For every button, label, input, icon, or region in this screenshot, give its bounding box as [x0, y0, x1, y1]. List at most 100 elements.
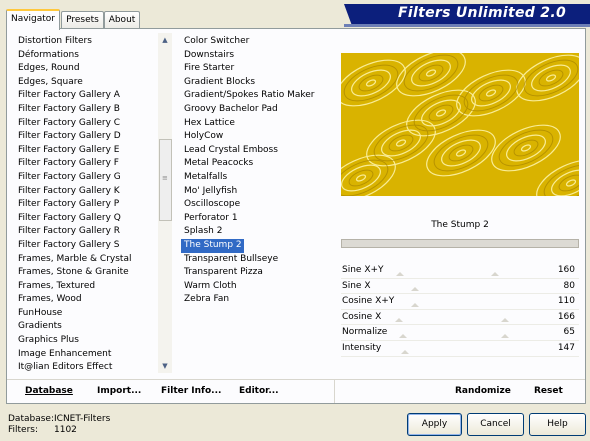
apply-button[interactable]: Apply [407, 413, 462, 436]
param-name: Cosine X+Y [342, 296, 395, 307]
category-item[interactable]: It@lian Editors Effect [15, 361, 157, 375]
category-item[interactable]: Frames, Marble & Crystal [15, 253, 157, 267]
slider-tick[interactable] [411, 287, 419, 292]
param-name: Cosine X [342, 311, 382, 322]
filter-item[interactable]: Transparent Bullseye [181, 253, 331, 267]
filter-item[interactable]: Metalfalls [181, 171, 331, 185]
category-item[interactable]: Filter Factory Gallery G [15, 171, 157, 185]
scroll-thumb[interactable]: ≡ [159, 139, 172, 221]
param-row[interactable]: Intensity 147 [341, 341, 579, 357]
filter-item[interactable]: Transparent Pizza [181, 266, 331, 280]
param-value: 65 [563, 327, 575, 338]
filter-item[interactable]: Warm Cloth [181, 280, 331, 294]
filters-count-value: 1102 [54, 425, 77, 435]
scroll-up-icon[interactable]: ▲ [158, 33, 172, 47]
param-value: 110 [557, 296, 575, 307]
filter-list[interactable]: Color Switcher Downstairs Fire Starter Grad… [181, 35, 331, 307]
title-banner: Filters Unlimited 2.0 [344, 4, 590, 24]
category-item[interactable]: Filter Factory Gallery R [15, 225, 157, 239]
filter-item[interactable]: Hex Lattice [181, 117, 331, 131]
category-item[interactable]: Filter Factory Gallery A [15, 89, 157, 103]
slider-tick[interactable] [501, 318, 509, 323]
slider-tick[interactable] [401, 349, 409, 354]
category-item[interactable]: Edges, Round [15, 62, 157, 76]
category-item[interactable]: Filter Factory Gallery C [15, 117, 157, 131]
filter-item[interactable]: Gradient/Spokes Ratio Maker [181, 89, 331, 103]
category-item[interactable]: FunHouse [15, 307, 157, 321]
banner-underline [344, 24, 590, 27]
tab-presets[interactable]: Presets [61, 11, 104, 28]
category-item[interactable]: Gradients [15, 320, 157, 334]
filter-item[interactable]: Groovy Bachelor Pad [181, 103, 331, 117]
filter-item[interactable]: Mo' Jellyfish [181, 185, 331, 199]
category-item[interactable]: Image Enhancement [15, 348, 157, 362]
category-item[interactable]: Frames, Stone & Granite [15, 266, 157, 280]
category-item[interactable]: Filter Factory Gallery P [15, 198, 157, 212]
filter-item[interactable]: Splash 2 [181, 225, 331, 239]
filter-item[interactable]: Lead Crystal Emboss [181, 144, 331, 158]
category-item[interactable]: Filter Factory Gallery B [15, 103, 157, 117]
param-row[interactable]: Normalize 65 [341, 325, 579, 341]
filter-item[interactable]: Downstairs [181, 49, 331, 63]
scroll-down-icon[interactable]: ▼ [158, 359, 172, 373]
slider-tick[interactable] [395, 318, 403, 323]
reset-button[interactable]: Reset [534, 386, 563, 396]
randomize-button[interactable]: Randomize [455, 386, 511, 396]
filter-item[interactable]: HolyCow [181, 130, 331, 144]
category-item[interactable]: Filter Factory Gallery D [15, 130, 157, 144]
filter-item[interactable]: Metal Peacocks [181, 157, 331, 171]
filter-info-button[interactable]: Filter Info... [161, 386, 221, 396]
filter-item[interactable]: Perforator 1 [181, 212, 331, 226]
category-item[interactable]: Filter Factory Gallery E [15, 144, 157, 158]
parameter-sliders: Sine X+Y 160 Sine X 80 Cosine X+Y 110 Cosine X… [341, 263, 579, 357]
cancel-button[interactable]: Cancel [467, 413, 524, 436]
category-list[interactable]: Distortion Filters Déformations Edges, Rou… [15, 35, 157, 375]
database-value: ICNET-Filters [54, 414, 111, 424]
toolbar-divider [334, 380, 335, 403]
filter-item[interactable]: The Stump 2 [181, 238, 244, 253]
category-item[interactable]: Frames, Wood [15, 293, 157, 307]
filter-item[interactable]: Oscilloscope [181, 198, 331, 212]
slider-tick[interactable] [396, 271, 404, 276]
slider-tick[interactable] [399, 333, 407, 338]
category-item[interactable]: Frames, Textured [15, 280, 157, 294]
param-name: Sine X+Y [342, 265, 384, 275]
database-label: Database: [8, 414, 54, 424]
filter-item[interactable]: Color Switcher [181, 35, 331, 49]
tab-navigator[interactable]: Navigator [6, 9, 60, 30]
progress-bar [341, 239, 579, 248]
category-item[interactable]: Distortion Filters [15, 35, 157, 49]
param-row[interactable]: Cosine X 166 [341, 310, 579, 326]
param-row[interactable]: Cosine X+Y 110 [341, 294, 579, 310]
database-button[interactable]: Database [25, 386, 73, 396]
import-button[interactable]: Import... [97, 386, 141, 396]
category-item[interactable]: Déformations [15, 49, 157, 63]
slider-tick[interactable] [501, 333, 509, 338]
category-item[interactable]: Filter Factory Gallery S [15, 239, 157, 253]
tab-about[interactable]: About [104, 11, 140, 28]
param-value: 147 [557, 342, 575, 353]
bottom-toolbar: Database Import... Filter Info... Editor… [7, 379, 585, 403]
category-scrollbar[interactable]: ▲ ≡ ▼ [158, 33, 172, 373]
category-item[interactable]: Graphics Plus [15, 334, 157, 348]
slider-tick[interactable] [411, 302, 419, 307]
param-row[interactable]: Sine X+Y 160 [341, 263, 579, 279]
param-name: Intensity [342, 342, 382, 353]
category-item[interactable]: Filter Factory Gallery K [15, 185, 157, 199]
selected-filter-name: The Stump 2 [431, 220, 489, 230]
category-item[interactable]: Filter Factory Gallery F [15, 157, 157, 171]
grip-icon: ≡ [162, 174, 168, 182]
filter-item[interactable]: Gradient Blocks [181, 76, 331, 90]
filters-count-label: Filters: [8, 425, 39, 435]
param-name: Sine X [342, 280, 371, 291]
editor-button[interactable]: Editor... [239, 386, 279, 396]
help-button[interactable]: Help [529, 413, 586, 436]
category-item[interactable]: Edges, Square [15, 76, 157, 90]
filter-item[interactable]: Fire Starter [181, 62, 331, 76]
param-value: 166 [557, 311, 575, 322]
slider-tick[interactable] [491, 271, 499, 276]
param-row[interactable]: Sine X 80 [341, 279, 579, 295]
filter-item[interactable]: Zebra Fan [181, 293, 331, 307]
param-name: Normalize [342, 327, 388, 338]
category-item[interactable]: Filter Factory Gallery Q [15, 212, 157, 226]
